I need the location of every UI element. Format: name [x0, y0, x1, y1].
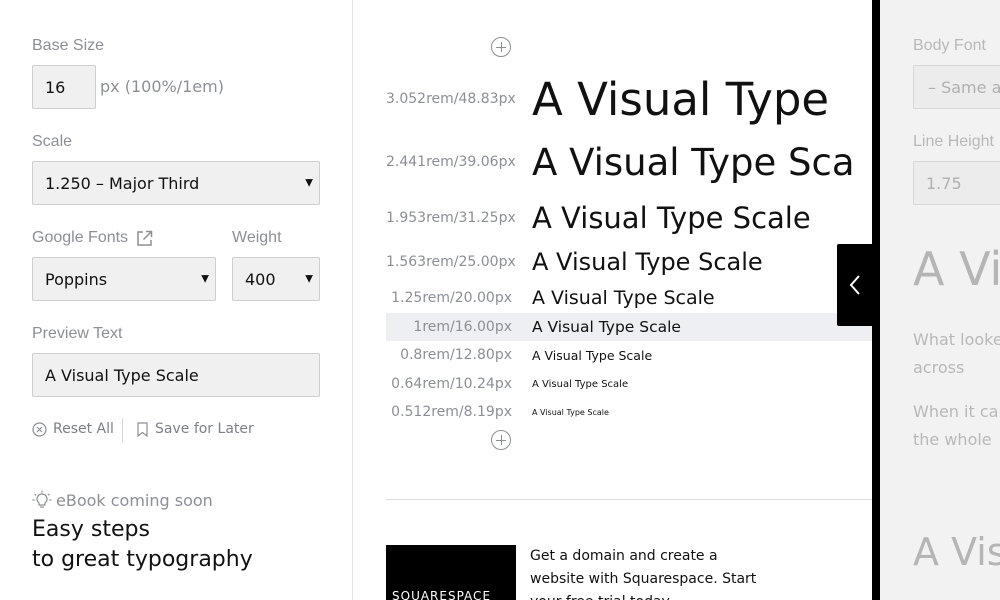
- reset-all-button[interactable]: Reset All: [32, 421, 114, 437]
- scale-row: 0.64rem/10.24px A Visual Type Scale: [386, 372, 872, 396]
- ebook-title-line2: to great typography: [32, 547, 253, 572]
- scale-row-size: 1.25rem/20.00px: [391, 290, 512, 306]
- scale-row-size: 1rem/16.00px: [413, 319, 512, 335]
- scale-row-sample: A Visual Type Scale: [532, 287, 715, 309]
- scale-select-value: 1.250 – Major Third: [45, 173, 200, 193]
- divider: [386, 499, 872, 500]
- preview-text-input[interactable]: A Visual Type Scale: [32, 353, 320, 397]
- scale-label: Scale: [32, 133, 73, 150]
- scale-row: 1.563rem/25.00px A Visual Type Scale: [386, 243, 872, 281]
- external-link-icon: [137, 230, 153, 246]
- preview-heading: A Vis: [913, 530, 1000, 574]
- body-font-label: Body Font: [913, 37, 986, 54]
- save-for-later-label: Save for Later: [155, 421, 254, 437]
- chevron-left-icon: [849, 275, 860, 295]
- reset-all-label: Reset All: [53, 421, 114, 437]
- dropdown-arrow-icon: ▼: [305, 177, 313, 189]
- settings-drawer: Body Font – Same as Line Height 1.75 A V…: [880, 0, 1000, 600]
- preview-text-label: Preview Text: [32, 325, 123, 342]
- scale-row: 1.25rem/20.00px A Visual Type Scale: [386, 284, 872, 312]
- body-font-select[interactable]: – Same as: [913, 65, 1000, 109]
- scale-row-size: 0.8rem/12.80px: [400, 347, 512, 363]
- scale-row-sample: A Visual Type: [532, 72, 830, 126]
- dropdown-arrow-icon: ▼: [305, 273, 313, 285]
- ebook-title-line1: Easy steps: [32, 517, 150, 542]
- font-select[interactable]: Poppins ▼: [32, 257, 216, 301]
- scale-row: 3.052rem/48.83px A Visual Type: [386, 70, 872, 128]
- plus-circle-icon[interactable]: [491, 430, 511, 450]
- type-scale-preview: 3.052rem/48.83px A Visual Type 2.441rem/…: [386, 0, 872, 600]
- scale-row-size: 1.563rem/25.00px: [386, 254, 516, 270]
- divider: [122, 418, 123, 442]
- preview-paragraph: What looked like a tiny speck moving acr…: [913, 330, 1000, 377]
- scale-row-size: 0.64rem/10.24px: [391, 376, 512, 392]
- scale-row-sample: A Visual Type Scale: [532, 201, 811, 235]
- scale-row: 0.8rem/12.80px A Visual Type Scale: [386, 343, 872, 367]
- scale-row-sample: A Visual Type Sca: [532, 140, 855, 184]
- google-fonts-link[interactable]: Google Fonts: [32, 229, 153, 247]
- scale-row-size: 1.953rem/31.25px: [386, 210, 516, 226]
- plus-circle-icon[interactable]: [491, 37, 511, 57]
- scale-row: 0.512rem/8.19px A Visual Type Scale: [386, 400, 872, 424]
- scale-row: 1.953rem/31.25px A Visual Type Scale: [386, 197, 872, 239]
- drawer-toggle-button[interactable]: [837, 244, 873, 326]
- drawer-edge: [872, 0, 880, 600]
- ebook-notice[interactable]: eBook coming soon: [32, 490, 213, 510]
- scale-row-sample: A Visual Type Scale: [532, 378, 629, 390]
- scale-row: 2.441rem/39.06px A Visual Type Sca: [386, 138, 872, 186]
- font-select-value: Poppins: [45, 269, 108, 289]
- scale-select[interactable]: 1.250 – Major Third ▼: [32, 161, 320, 205]
- weight-select[interactable]: 400 ▼: [232, 257, 320, 301]
- save-for-later-button[interactable]: Save for Later: [136, 421, 254, 437]
- preview-heading: A Vi: [913, 242, 1000, 296]
- lightbulb-icon: [32, 490, 52, 508]
- scale-row-sample: A Visual Type Scale: [532, 318, 681, 336]
- base-size-input[interactable]: 16: [32, 65, 96, 109]
- preview-paragraph: When it came close, blades, but in the w…: [913, 402, 1000, 449]
- scale-row-base: 1rem/16.00px A Visual Type Scale: [386, 313, 872, 341]
- weight-label: Weight: [232, 229, 282, 246]
- close-circle-icon: [32, 421, 47, 437]
- ebook-label: eBook coming soon: [56, 490, 213, 510]
- ebook-title[interactable]: Easy steps to great typography: [32, 515, 253, 575]
- squarespace-logo[interactable]: SQUARESPACE: [386, 545, 516, 600]
- ad-text[interactable]: Get a domain and create a website with S…: [530, 545, 760, 600]
- weight-select-value: 400: [245, 269, 276, 289]
- google-fonts-label: Google Fonts: [32, 229, 129, 246]
- controls-panel: Base Size 16 px (100%/1em) Scale 1.250 –…: [0, 0, 353, 600]
- line-height-input[interactable]: 1.75: [913, 161, 1000, 205]
- scale-row-sample: A Visual Type Scale: [532, 407, 609, 417]
- scale-row-sample: A Visual Type Scale: [532, 347, 653, 363]
- dropdown-arrow-icon: ▼: [201, 273, 209, 285]
- squarespace-logo-text: SQUARESPACE: [392, 589, 492, 600]
- bookmark-icon: [137, 421, 148, 437]
- scale-row-size: 3.052rem/48.83px: [386, 91, 516, 107]
- scale-row-size: 0.512rem/8.19px: [391, 404, 512, 420]
- line-height-label: Line Height: [913, 133, 994, 150]
- scale-row-size: 2.441rem/39.06px: [386, 154, 516, 170]
- base-size-hint: px (100%/1em): [100, 77, 224, 96]
- base-size-label: Base Size: [32, 37, 105, 54]
- scale-row-sample: A Visual Type Scale: [532, 248, 763, 276]
